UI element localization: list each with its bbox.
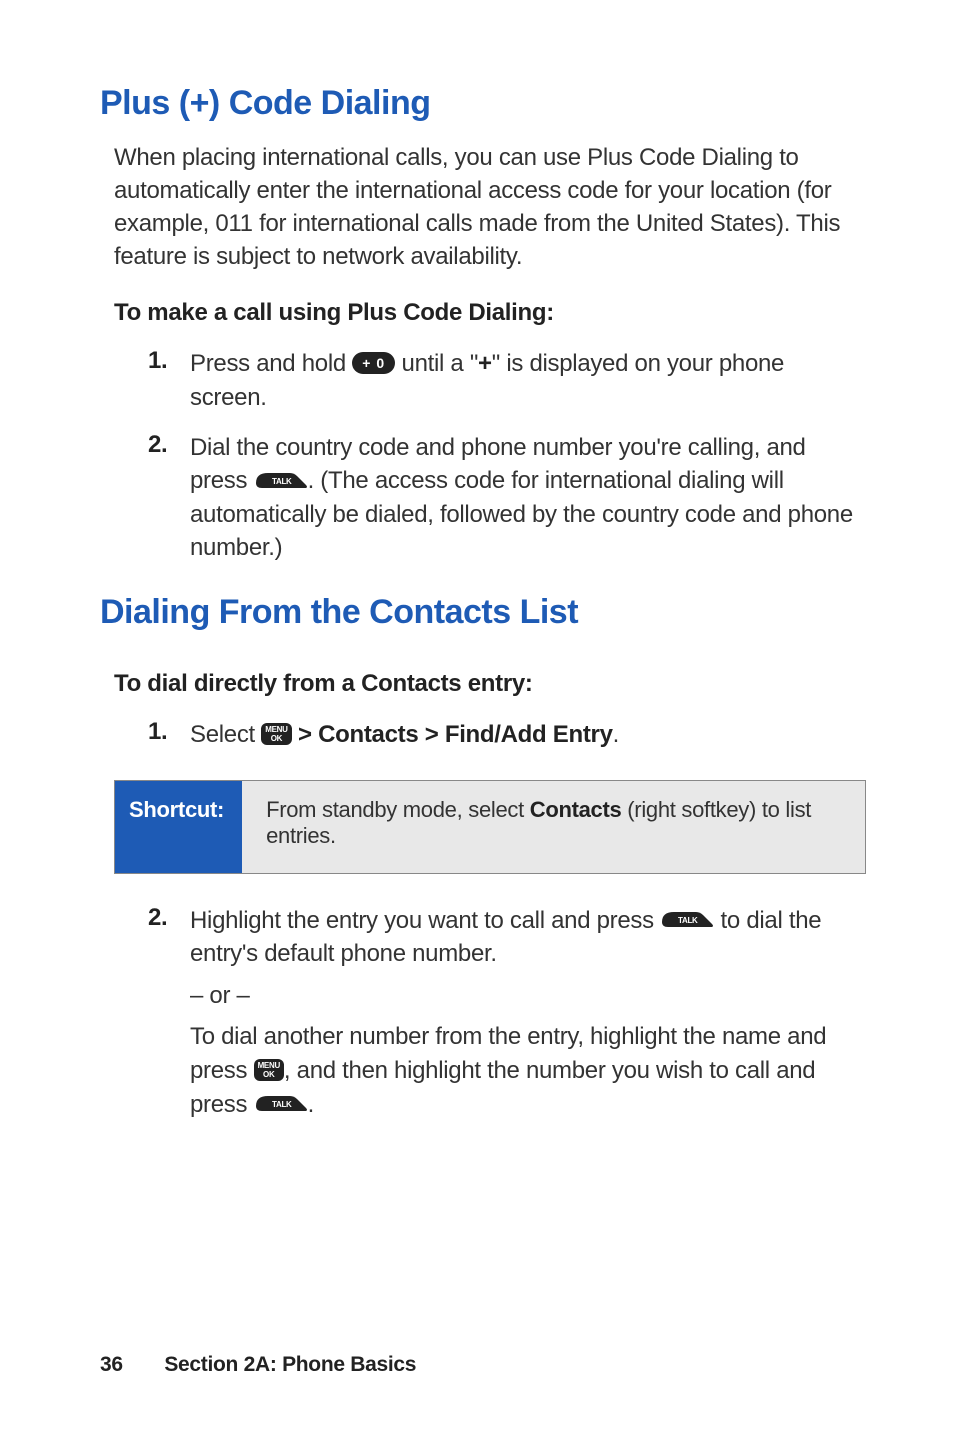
talk-key-icon: TALK [660, 908, 714, 930]
steps-list-contacts-cont: 2. Highlight the entry you want to call … [100, 904, 874, 1130]
step-item: 1. Press and hold + 0 until a "+" is dis… [148, 347, 866, 414]
talk-key-icon: TALK [254, 469, 308, 491]
plus-symbol: + [478, 350, 492, 377]
step-text: until a " [402, 350, 479, 377]
shortcut-body: From standby mode, select Contacts (righ… [242, 781, 865, 873]
shortcut-callout: Shortcut: From standby mode, select Cont… [114, 780, 866, 874]
steps-list-plus-code: 1. Press and hold + 0 until a "+" is dis… [100, 347, 874, 565]
document-page: Plus (+) Code Dialing When placing inter… [0, 0, 954, 1431]
svg-text:TALK: TALK [272, 1100, 292, 1109]
heading-dialing-contacts: Dialing From the Contacts List [100, 593, 874, 632]
shortcut-text: From standby mode, select [266, 797, 530, 822]
step-body: Select MENUOK > Contacts > Find/Add Entr… [190, 718, 866, 752]
intro-paragraph: When placing international calls, you ca… [114, 141, 866, 273]
step-text: . [308, 1091, 314, 1118]
step-body: Press and hold + 0 until a "+" is displa… [190, 347, 866, 414]
page-number: 36 [100, 1353, 123, 1377]
talk-key-icon: TALK [254, 1092, 308, 1114]
step-number: 2. [148, 904, 190, 1130]
menu-ok-key-icon: MENUOK [254, 1059, 284, 1081]
step-text: Select [190, 721, 261, 748]
step-body: Highlight the entry you want to call and… [190, 904, 866, 1130]
page-footer: 36 Section 2A: Phone Basics [100, 1353, 416, 1377]
svg-text:TALK: TALK [272, 477, 292, 486]
heading-plus-code-dialing: Plus (+) Code Dialing [100, 84, 874, 123]
svg-text:TALK: TALK [678, 916, 698, 925]
step-item: 2. Dial the country code and phone numbe… [148, 431, 866, 565]
step-text: Highlight the entry you want to call and… [190, 907, 660, 934]
subhead-dial-contacts: To dial directly from a Contacts entry: [114, 670, 874, 698]
step-number: 1. [148, 718, 190, 752]
or-divider: – or – [190, 979, 866, 1013]
step-number: 1. [148, 347, 190, 414]
zero-plus-key-icon: + 0 [352, 352, 395, 374]
shortcut-label: Shortcut: [115, 781, 242, 873]
menu-ok-key-icon: MENUOK [261, 723, 291, 745]
menu-path: > Contacts > Find/Add Entry [298, 721, 613, 748]
section-label: Section 2A: Phone Basics [164, 1353, 416, 1376]
step-item: 1. Select MENUOK > Contacts > Find/Add E… [148, 718, 866, 752]
shortcut-text-bold: Contacts [530, 797, 622, 822]
steps-list-contacts: 1. Select MENUOK > Contacts > Find/Add E… [100, 718, 874, 752]
step-text: . [613, 721, 619, 748]
step-item: 2. Highlight the entry you want to call … [148, 904, 866, 1130]
step-text: Press and hold [190, 350, 352, 377]
subhead-plus-code: To make a call using Plus Code Dialing: [114, 299, 874, 327]
step-body: Dial the country code and phone number y… [190, 431, 866, 565]
step-number: 2. [148, 431, 190, 565]
